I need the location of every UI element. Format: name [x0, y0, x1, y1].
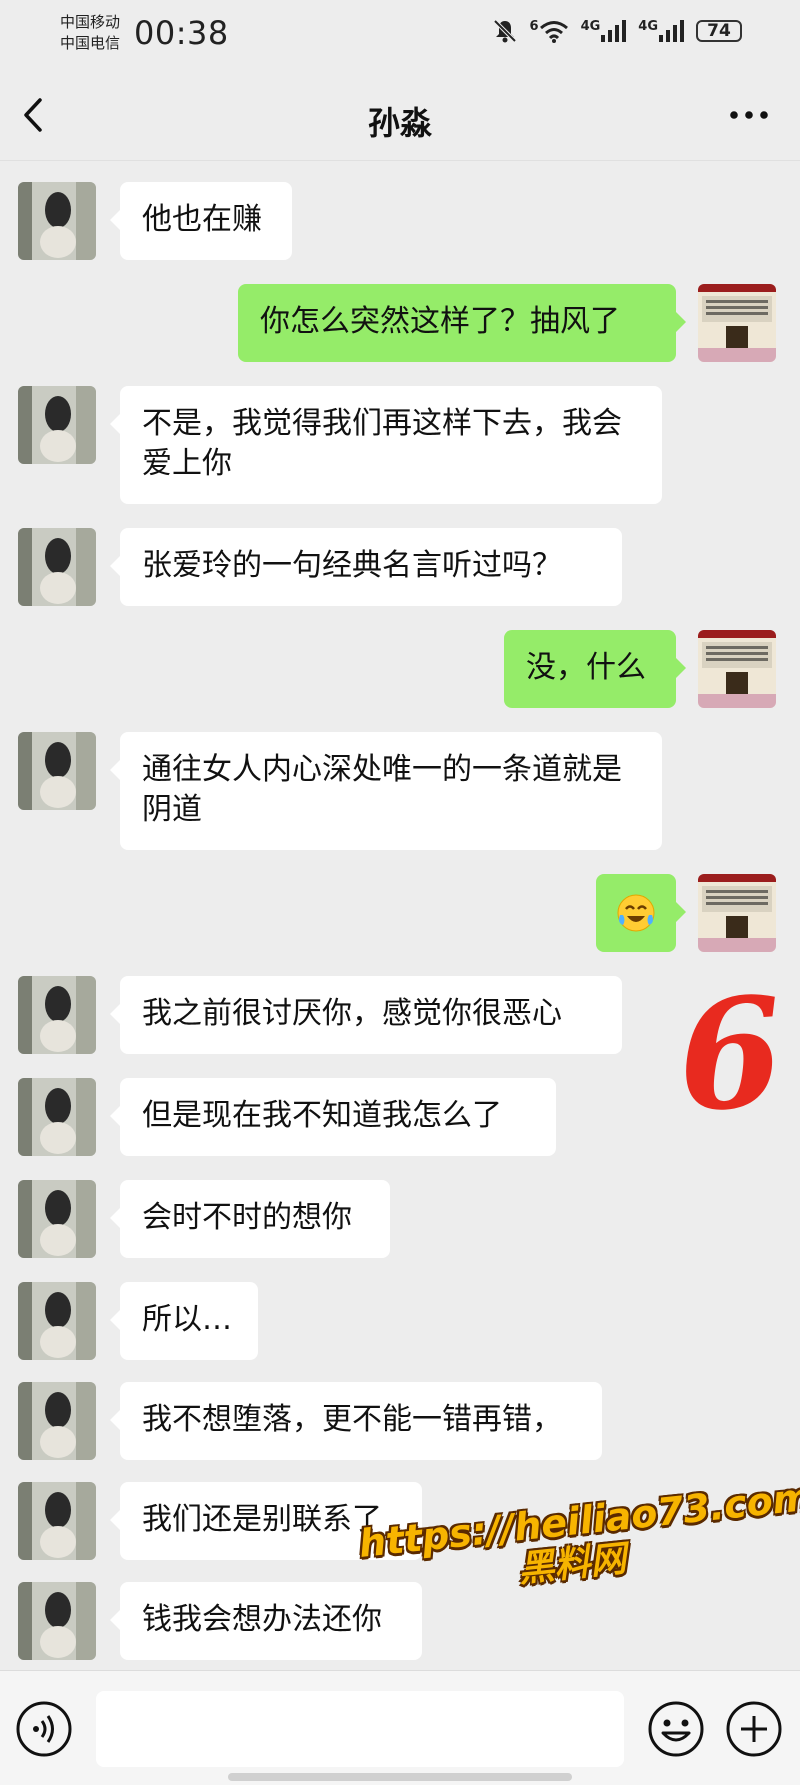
- contact-avatar[interactable]: [18, 386, 96, 464]
- signal-2-label: 4G: [638, 19, 658, 34]
- signal-1-icon: 4G: [581, 19, 627, 43]
- message-input[interactable]: [96, 1691, 624, 1767]
- signal-2-icon: 4G: [638, 19, 684, 43]
- message-list[interactable]: 他也在赚 你怎么突然这样了？抽风了 不是，我觉得我们再这样下去，我会爱上你 张爱…: [0, 160, 800, 1670]
- carrier-labels: 中国移动 中国电信: [60, 12, 120, 54]
- home-indicator: [228, 1773, 572, 1781]
- contact-avatar[interactable]: [18, 1180, 96, 1258]
- incoming-message[interactable]: 他也在赚: [110, 182, 292, 260]
- contact-avatar[interactable]: [18, 1582, 96, 1660]
- contact-avatar[interactable]: [18, 528, 96, 606]
- mute-bell-icon: [493, 19, 516, 43]
- status-bar: 中国移动 中国电信 00:38 6 4G 4G 74: [0, 0, 800, 70]
- outgoing-message[interactable]: [596, 874, 686, 952]
- contact-avatar[interactable]: [18, 732, 96, 810]
- voice-input-icon[interactable]: [14, 1699, 74, 1759]
- plus-icon[interactable]: [724, 1699, 784, 1759]
- my-avatar[interactable]: [698, 284, 776, 362]
- incoming-message[interactable]: 通往女人内心深处唯一的一条道就是阴道: [110, 732, 662, 850]
- contact-avatar[interactable]: [18, 182, 96, 260]
- status-time: 00:38: [134, 14, 229, 52]
- incoming-message[interactable]: 我不想堕落，更不能一错再错，: [110, 1382, 602, 1460]
- chat-header: 孙淼: [0, 70, 800, 161]
- chat-title: 孙淼: [367, 104, 432, 142]
- outgoing-message[interactable]: 你怎么突然这样了？抽风了: [238, 284, 686, 362]
- carrier-1: 中国移动: [60, 13, 121, 31]
- emoji-icon[interactable]: [646, 1699, 706, 1759]
- carrier-2: 中国电信: [60, 34, 121, 52]
- more-options-icon[interactable]: [724, 92, 774, 138]
- wifi-icon: 6: [530, 19, 569, 43]
- wifi-label: 6: [529, 19, 539, 34]
- handwritten-annotation: 6: [671, 963, 789, 1147]
- incoming-message[interactable]: 所以…: [110, 1282, 258, 1360]
- contact-avatar[interactable]: [18, 1282, 96, 1360]
- contact-avatar[interactable]: [18, 1482, 96, 1560]
- incoming-message[interactable]: 张爱玲的一句经典名言听过吗？: [110, 528, 622, 606]
- incoming-message[interactable]: 会时不时的想你: [110, 1180, 390, 1258]
- incoming-message[interactable]: 我之前很讨厌你，感觉你很恶心: [110, 976, 622, 1054]
- incoming-message[interactable]: 不是，我觉得我们再这样下去，我会爱上你: [110, 386, 662, 504]
- contact-avatar[interactable]: [18, 1078, 96, 1156]
- contact-avatar[interactable]: [18, 976, 96, 1054]
- contact-avatar[interactable]: [18, 1382, 96, 1460]
- status-icons: 6 4G 4G 74: [492, 18, 742, 44]
- incoming-message[interactable]: 但是现在我不知道我怎么了: [110, 1078, 556, 1156]
- my-avatar[interactable]: [698, 874, 776, 952]
- input-bar: [0, 1670, 800, 1785]
- my-avatar[interactable]: [698, 630, 776, 708]
- outgoing-message[interactable]: 没，什么: [504, 630, 686, 708]
- laughing-crying-emoji-icon: [617, 894, 655, 932]
- battery-indicator: 74: [696, 20, 742, 42]
- signal-1-label: 4G: [580, 19, 601, 34]
